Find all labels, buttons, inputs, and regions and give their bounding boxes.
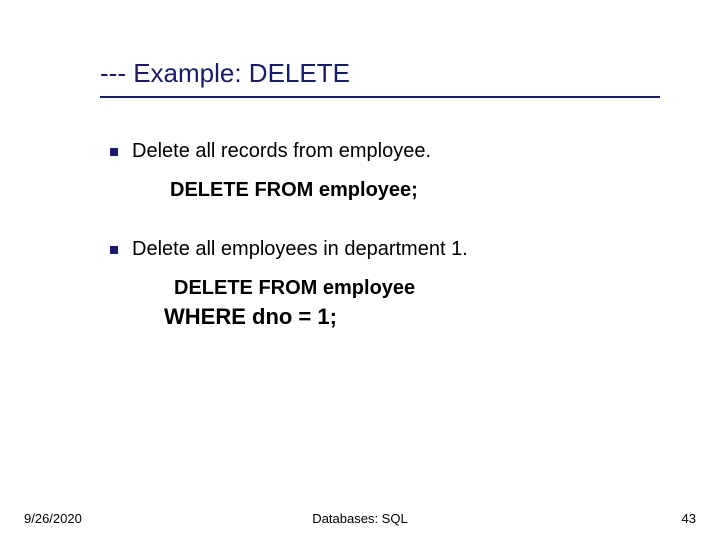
bullet-text: Delete all records from employee. — [132, 140, 431, 163]
footer-page-number: 43 — [682, 511, 696, 526]
bullet-item: Delete all employees in department 1. — [110, 238, 670, 261]
bullet-text: Delete all employees in department 1. — [132, 238, 468, 261]
slide-title: --- Example: DELETE — [100, 58, 350, 89]
slide: --- Example: DELETE Delete all records f… — [0, 0, 720, 540]
bullet-item: Delete all records from employee. — [110, 140, 670, 163]
bullet-square-icon — [110, 246, 118, 254]
footer-title: Databases: SQL — [312, 511, 407, 526]
code-line: WHERE dno = 1; — [164, 304, 670, 330]
content-area: Delete all records from employee. DELETE… — [110, 140, 670, 330]
bullet-square-icon — [110, 148, 118, 156]
footer-date: 9/26/2020 — [24, 511, 82, 526]
title-wrap: --- Example: DELETE — [100, 58, 350, 89]
footer: 9/26/2020 Databases: SQL 43 — [0, 511, 720, 526]
code-line: DELETE FROM employee; — [170, 179, 670, 202]
title-underline — [100, 96, 660, 98]
code-line: DELETE FROM employee — [174, 277, 670, 300]
